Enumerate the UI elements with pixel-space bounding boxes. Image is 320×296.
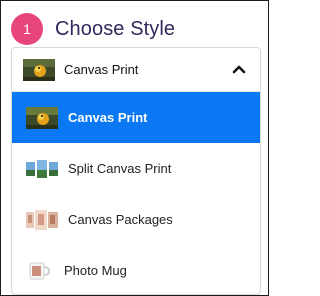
step-number-badge: 1 bbox=[11, 13, 43, 45]
option-label: Photo Mug bbox=[64, 263, 127, 278]
option-canvas-packages[interactable]: Canvas Packages bbox=[12, 194, 260, 245]
option-photo-mug[interactable]: Photo Mug bbox=[12, 245, 260, 294]
option-canvas-print[interactable]: Canvas Print bbox=[12, 92, 260, 143]
split-canvas-thumbnail-icon bbox=[26, 159, 58, 178]
dropdown-selected-label: Canvas Print bbox=[64, 62, 139, 77]
step-header: 1 Choose Style bbox=[11, 13, 175, 45]
option-label: Split Canvas Print bbox=[68, 161, 172, 176]
parrot-canvas-thumbnail-icon bbox=[26, 106, 58, 129]
parrot-canvas-icon bbox=[23, 58, 55, 81]
photo-mug-thumbnail-icon bbox=[29, 262, 51, 279]
option-label: Canvas Packages bbox=[68, 212, 173, 227]
chevron-up-icon[interactable] bbox=[232, 63, 246, 75]
step-title: Choose Style bbox=[55, 17, 176, 40]
option-label: Canvas Print bbox=[68, 110, 148, 125]
style-dropdown[interactable]: Canvas Print Canvas Print Split Canvas P… bbox=[11, 47, 261, 295]
canvas-packages-thumbnail-icon bbox=[26, 209, 58, 230]
option-split-canvas-print[interactable]: Split Canvas Print bbox=[12, 143, 260, 194]
dropdown-selected-value[interactable]: Canvas Print bbox=[12, 48, 260, 92]
choose-style-panel: 1 Choose Style Canvas Print Canvas Print… bbox=[0, 0, 269, 296]
